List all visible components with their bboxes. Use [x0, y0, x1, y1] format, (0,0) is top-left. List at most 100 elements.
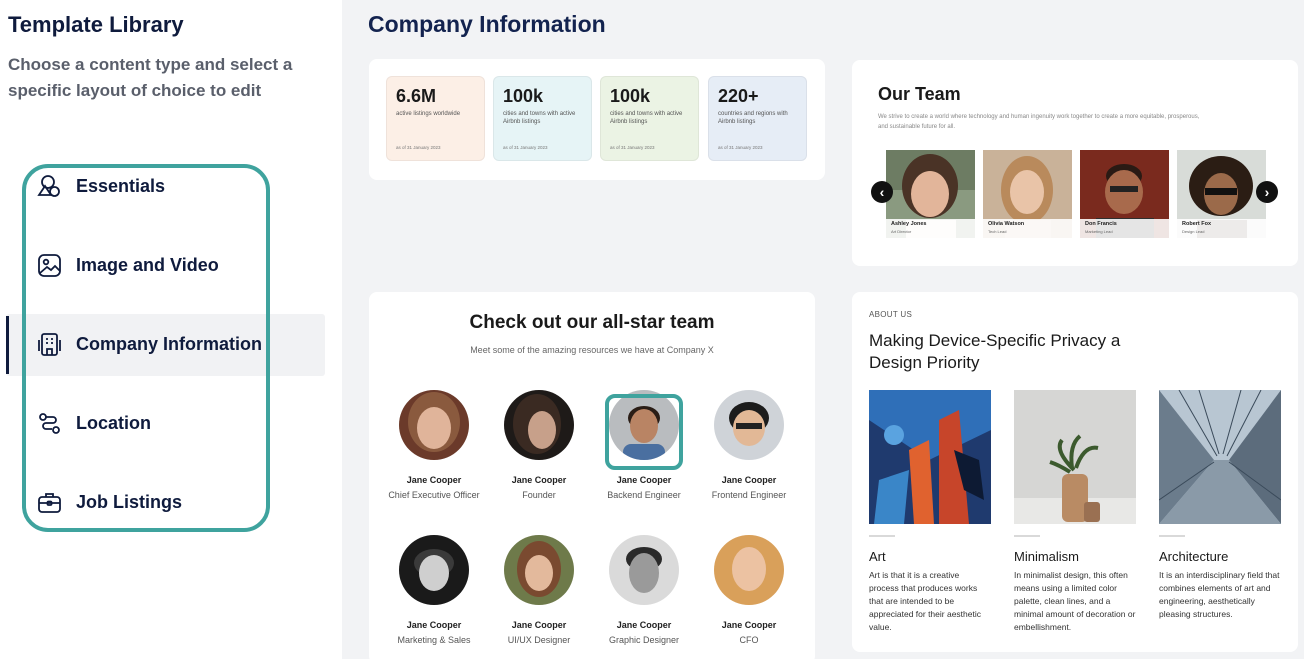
image-icon: [36, 252, 63, 279]
member-name: Jane Cooper: [511, 475, 567, 485]
minimalism-image: [1014, 390, 1136, 524]
our-team-template-card[interactable]: Our Team We strive to create a world whe…: [852, 60, 1298, 266]
stats-template-card[interactable]: 6.6M active listings worldwide as of 31 …: [369, 59, 825, 180]
about-column-desc: In minimalist design, this often means u…: [1014, 570, 1136, 632]
stat-tile: 100k cities and towns with active Airbnb…: [493, 76, 592, 161]
member-name: Jane Cooper: [721, 620, 777, 630]
stat-tile: 6.6M active listings worldwide as of 31 …: [386, 76, 485, 161]
team-grid-member: Jane Cooper Frontend Engineer: [697, 390, 801, 500]
member-role: Chief Executive Officer: [388, 490, 480, 500]
sidebar-item-location[interactable]: Location: [36, 403, 151, 443]
stat-tile: 100k cities and towns with active Airbnb…: [600, 76, 699, 161]
team-member-name: Robert Fox: [1182, 221, 1212, 227]
building-icon: [36, 331, 63, 358]
about-column-title: Minimalism: [1014, 549, 1079, 564]
team-member-photo: Don Francis Marketing Lead: [1080, 150, 1169, 238]
carousel-next-button[interactable]: ›: [1256, 181, 1278, 203]
briefcase-icon: [36, 489, 63, 516]
member-name: Jane Cooper: [406, 475, 462, 485]
member-role: UI/UX Designer: [507, 635, 571, 645]
team-grid-member: Jane Cooper Founder: [487, 390, 591, 500]
stat-description: cities and towns with active Airbnb list…: [610, 111, 683, 125]
member-role: Graphic Designer: [608, 635, 680, 645]
stat-tile: 220+ countries and regions with Airbnb l…: [708, 76, 807, 161]
about-us-template-card[interactable]: ABOUT US Making Device-Specific Privacy …: [852, 292, 1298, 652]
stat-value: 100k: [503, 86, 544, 106]
about-column: Architecture It is an interdisciplinary …: [1159, 390, 1281, 621]
about-column: Art Art is that it is a creative process…: [869, 390, 991, 634]
avatar: [609, 535, 679, 605]
team-grid-member: Jane Cooper CFO: [697, 535, 801, 645]
about-overline: ABOUT US: [869, 310, 913, 319]
our-team-subtitle: We strive to create a world where techno…: [878, 114, 1200, 130]
member-role: Marketing & Sales: [397, 635, 471, 645]
selected-member-outline: [605, 394, 683, 470]
team-grid-member: Jane Cooper Graphic Designer: [592, 535, 696, 645]
member-name: Jane Cooper: [616, 475, 672, 485]
member-name: Jane Cooper: [511, 620, 567, 630]
team-grid-subtitle: Meet some of the amazing resources we ha…: [470, 345, 714, 355]
sidebar-item-company-information[interactable]: Company Information: [36, 324, 262, 364]
stat-value: 6.6M: [396, 86, 437, 106]
sidebar-item-essentials[interactable]: Essentials: [36, 166, 165, 206]
sidebar-item-label: Image and Video: [76, 254, 219, 275]
stat-value: 220+: [718, 86, 759, 106]
about-column-desc: Art is that it is a creative process tha…: [869, 570, 981, 632]
about-column-desc: It is an interdisciplinary field that co…: [1159, 570, 1280, 619]
our-team-title: Our Team: [878, 84, 961, 104]
stat-description: countries and regions with Airbnb listin…: [718, 111, 788, 125]
member-role: Backend Engineer: [607, 490, 681, 500]
team-grid-template-card[interactable]: Check out our all-star team Meet some of…: [369, 292, 815, 659]
team-member-role: Marketing Lead: [1085, 229, 1113, 234]
stat-date: as of 31 January 2023: [396, 145, 441, 150]
about-column-title: Art: [869, 549, 886, 564]
avatar: [399, 390, 469, 460]
about-column: Minimalism In minimalist design, this of…: [1014, 390, 1136, 634]
sidebar-item-label: Job Listings: [76, 491, 183, 512]
team-member-name: Don Francis: [1085, 221, 1117, 227]
member-role: Frontend Engineer: [711, 490, 787, 500]
team-grid-member: Jane Cooper UI/UX Designer: [487, 535, 591, 645]
sidebar-item-image-and-video[interactable]: Image and Video: [36, 245, 219, 285]
team-member-role: Art Director: [891, 229, 912, 234]
avatar: [714, 535, 784, 605]
page-title: Company Information: [368, 11, 606, 37]
sidebar-item-label: Location: [76, 412, 151, 433]
sidebar-subtitle: Choose a content type and select a speci…: [8, 55, 293, 100]
member-name: Jane Cooper: [406, 620, 462, 630]
team-grid-title: Check out our all-star team: [469, 312, 715, 333]
sidebar-item-label: Essentials: [76, 175, 166, 196]
team-grid-member: Jane Cooper Marketing & Sales: [382, 535, 486, 645]
member-role: CFO: [739, 635, 759, 645]
team-member-name: Olivia Watson: [988, 221, 1025, 227]
divider: [1159, 535, 1185, 537]
stat-description: active listings worldwide: [396, 111, 461, 117]
carousel-prev-button[interactable]: ‹: [871, 181, 893, 203]
stat-description: cities and towns with active Airbnb list…: [503, 111, 576, 125]
team-member-photo: Robert Fox Design Lead: [1177, 150, 1266, 238]
about-column-title: Architecture: [1159, 549, 1229, 564]
team-member-photo: Ashley Jones Art Director: [886, 150, 975, 238]
stat-date: as of 31 January 2023: [718, 145, 763, 150]
member-name: Jane Cooper: [616, 620, 672, 630]
shapes-icon: [36, 173, 63, 200]
stat-date: as of 31 January 2023: [503, 145, 548, 150]
sidebar-item-label: Company Information: [76, 333, 263, 354]
stat-value: 100k: [610, 86, 651, 106]
team-member-name: Ashley Jones: [891, 221, 927, 227]
divider: [1014, 535, 1040, 537]
route-icon: [36, 410, 63, 437]
team-member-role: Design Lead: [1182, 229, 1205, 234]
sidebar-title: Template Library: [8, 12, 184, 37]
architecture-image: [1159, 390, 1281, 524]
divider: [869, 535, 895, 537]
avatar: [399, 535, 469, 605]
avatar: [714, 390, 784, 460]
member-role: Founder: [522, 490, 556, 500]
avatar: [504, 390, 574, 460]
team-member-photo: Olivia Watson Tech Lead: [983, 150, 1072, 238]
avatar: [504, 535, 574, 605]
stat-date: as of 31 January 2023: [610, 145, 655, 150]
team-member-role: Tech Lead: [988, 229, 1007, 234]
sidebar-item-job-listings[interactable]: Job Listings: [36, 482, 182, 522]
